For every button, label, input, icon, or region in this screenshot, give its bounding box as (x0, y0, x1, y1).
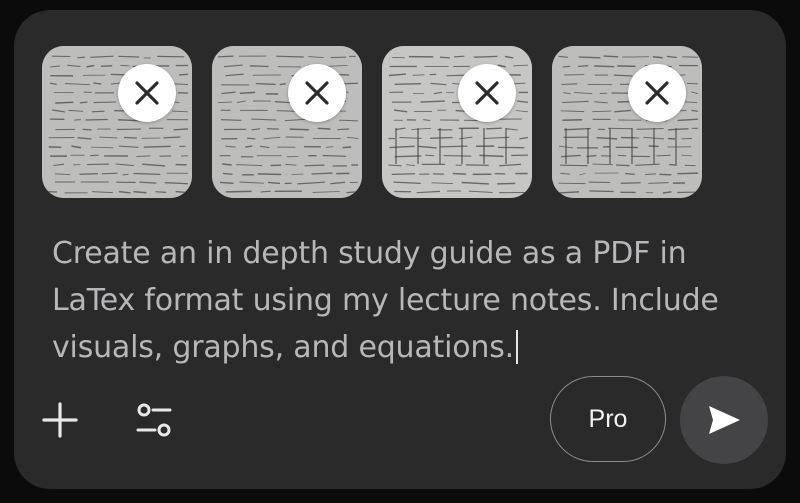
close-icon (645, 81, 669, 105)
send-icon (709, 406, 740, 434)
tools-button[interactable] (132, 398, 176, 442)
attachment-thumbnail[interactable] (552, 46, 702, 198)
attachment-thumbnail[interactable] (42, 46, 192, 198)
remove-attachment-button[interactable] (288, 64, 346, 122)
prompt-input[interactable]: Create an in depth study guide as a PDF … (52, 230, 772, 371)
remove-attachment-button[interactable] (458, 64, 516, 122)
send-button[interactable] (680, 376, 768, 464)
attachment-thumbnail[interactable] (212, 46, 362, 198)
pro-mode-button[interactable]: Pro (550, 376, 666, 462)
sliders-icon (136, 403, 172, 437)
attachment-strip (42, 46, 702, 198)
attachment-thumbnail[interactable] (382, 46, 532, 198)
prompt-text: Create an in depth study guide as a PDF … (52, 236, 719, 365)
note-photo-image (552, 46, 702, 198)
note-photo-image (42, 46, 192, 198)
pro-mode-label: Pro (588, 404, 628, 433)
close-icon (305, 81, 329, 105)
close-icon (475, 81, 499, 105)
close-icon (135, 81, 159, 105)
note-photo-image (212, 46, 362, 198)
composer-panel: Create an in depth study guide as a PDF … (14, 10, 786, 489)
note-photo-image (382, 46, 532, 198)
remove-attachment-button[interactable] (628, 64, 686, 122)
remove-attachment-button[interactable] (118, 64, 176, 122)
add-button[interactable] (38, 398, 82, 442)
plus-icon (42, 402, 78, 438)
text-cursor (515, 330, 518, 364)
